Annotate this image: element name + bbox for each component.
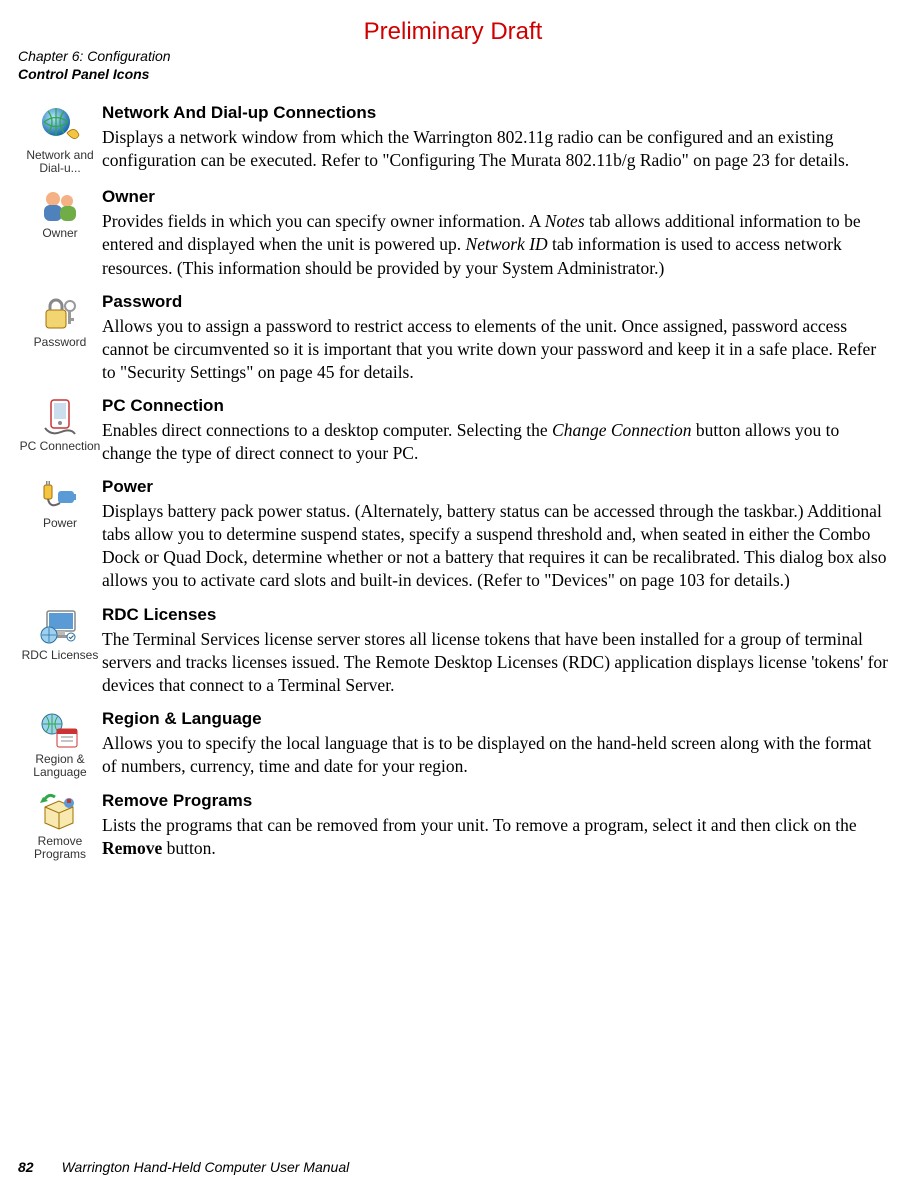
icon-cell-password: Password (18, 292, 102, 384)
section-body: Displays a network window from which the… (102, 126, 888, 172)
section-title: RDC Licenses (102, 605, 888, 625)
icon-cell-owner: Owner (18, 187, 102, 279)
icon-caption-rdc: RDC Licenses (18, 649, 102, 662)
page-number: 82 (18, 1159, 34, 1175)
pda-cable-icon (41, 398, 79, 438)
icon-caption-remove: Remove Programs (18, 835, 102, 861)
icon-cell-remove: Remove Programs (18, 791, 102, 861)
page: Preliminary Draft Chapter 6: Configurati… (0, 0, 918, 1195)
section-body: Lists the programs that can be removed f… (102, 814, 888, 860)
section-rdc-licenses: RDC Licenses RDC Licenses The Terminal S… (18, 605, 888, 697)
section-title: Owner (102, 187, 888, 207)
globe-calendar-icon (39, 711, 81, 751)
icon-cell-rdc: RDC Licenses (18, 605, 102, 697)
section-body: Enables direct connections to a desktop … (102, 419, 888, 465)
section-title: PC Connection (102, 396, 888, 416)
section-body: Allows you to assign a password to restr… (102, 315, 888, 384)
icon-cell-network: Network and Dial-u... (18, 103, 102, 175)
section-title: Password (102, 292, 888, 312)
icon-caption-power: Power (18, 517, 102, 530)
section-body: Displays battery pack power status. (Alt… (102, 500, 888, 592)
lock-key-icon (40, 294, 80, 334)
preliminary-draft-label: Preliminary Draft (18, 18, 888, 46)
section-remove-programs: Remove Programs Remove Programs Lists th… (18, 791, 888, 861)
icon-cell-region: Region & Language (18, 709, 102, 779)
box-arrow-icon (39, 793, 81, 833)
monitor-globe-icon (39, 607, 81, 647)
section-title: Power (102, 477, 888, 497)
section-title: Region & Language (102, 709, 888, 729)
people-icon (40, 189, 80, 225)
header-chapter: Chapter 6: Configuration (18, 48, 888, 66)
page-header: Chapter 6: Configuration Control Panel I… (18, 48, 888, 83)
icon-caption-region: Region & Language (18, 753, 102, 779)
power-plug-icon (40, 479, 80, 515)
section-title: Network And Dial-up Connections (102, 103, 888, 123)
globe-network-icon (39, 105, 81, 147)
section-body: The Terminal Services license server sto… (102, 628, 888, 697)
section-region-language: Region & Language Region & Language Allo… (18, 709, 888, 779)
section-owner: Owner Owner Provides fields in which you… (18, 187, 888, 279)
section-title: Remove Programs (102, 791, 888, 811)
section-body: Provides fields in which you can specify… (102, 210, 888, 279)
page-footer: 82 Warrington Hand-Held Computer User Man… (18, 1159, 349, 1175)
section-network: Network and Dial-u... Network And Dial-u… (18, 103, 888, 175)
icon-caption-password: Password (18, 336, 102, 349)
icon-caption-pc-connection: PC Connection (18, 440, 102, 453)
section-password: Password Password Allows you to assign a… (18, 292, 888, 384)
header-section: Control Panel Icons (18, 66, 888, 84)
section-power: Power Power Displays battery pack power … (18, 477, 888, 592)
section-pc-connection: PC Connection PC Connection Enables dire… (18, 396, 888, 465)
icon-cell-pc-connection: PC Connection (18, 396, 102, 465)
icon-cell-power: Power (18, 477, 102, 592)
footer-text: Warrington Hand-Held Computer User Manua… (62, 1159, 350, 1175)
section-body: Allows you to specify the local language… (102, 732, 888, 778)
icon-caption-network: Network and Dial-u... (18, 149, 102, 175)
icon-caption-owner: Owner (18, 227, 102, 240)
